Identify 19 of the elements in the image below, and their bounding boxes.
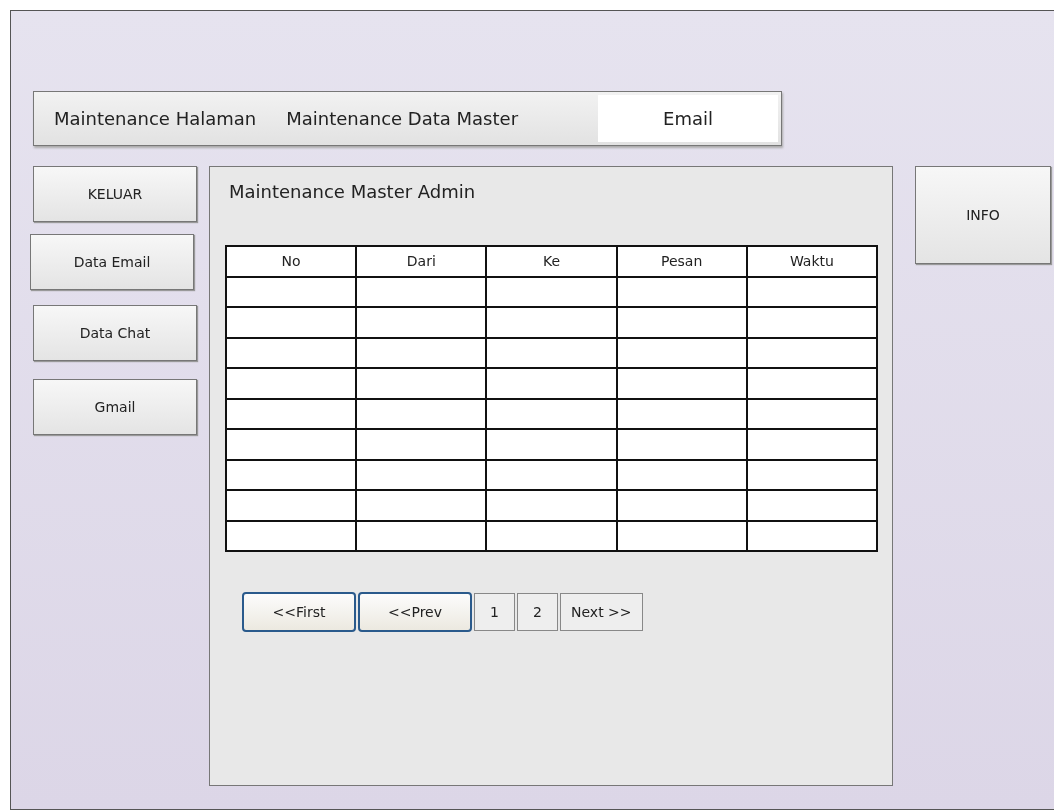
nav-tab[interactable]: Email — [598, 95, 778, 142]
pagination-button[interactable]: <<Prev — [358, 592, 472, 632]
column-header: Waktu — [746, 246, 877, 277]
column-header: Ke — [486, 246, 617, 277]
nav-tab[interactable]: Maintenance Halaman — [37, 95, 272, 142]
pagination-button[interactable]: 1 — [474, 593, 515, 631]
column-header: Pesan — [616, 246, 747, 277]
sidebar-button[interactable]: Data Chat — [33, 305, 197, 361]
sidebar-button[interactable]: Gmail — [33, 379, 197, 435]
pagination-button[interactable]: Next >> — [560, 593, 643, 631]
sidebar-button[interactable]: Data Email — [30, 234, 194, 290]
pagination-button[interactable]: <<First — [242, 592, 356, 632]
column-header: Dari — [356, 246, 487, 277]
sidebar-button[interactable]: KELUAR — [33, 166, 197, 222]
info-button[interactable]: INFO — [915, 166, 1051, 264]
pagination-button[interactable]: 2 — [517, 593, 558, 631]
nav-tab[interactable]: Maintenance Data Master — [271, 95, 534, 142]
column-header: No — [226, 246, 357, 277]
panel-title: Maintenance Master Admin — [229, 181, 477, 204]
